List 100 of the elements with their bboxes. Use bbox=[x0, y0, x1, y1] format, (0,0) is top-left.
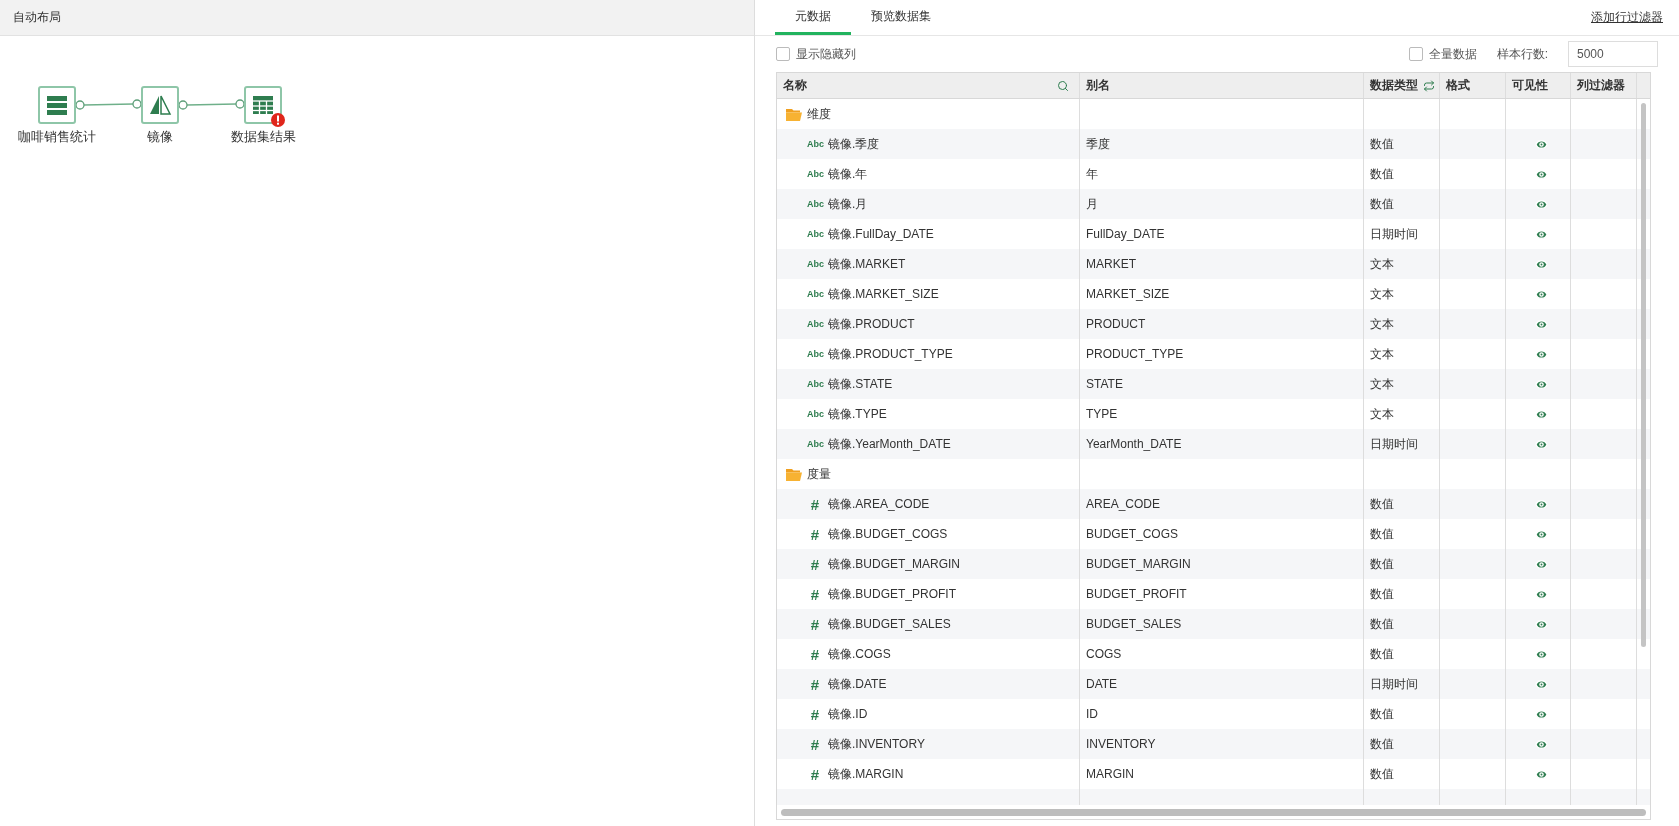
data-type: 文本 bbox=[1370, 405, 1394, 423]
checkbox-label: 全量数据 bbox=[1428, 45, 1477, 63]
data-type: 日期时间 bbox=[1370, 675, 1418, 693]
folder-icon bbox=[786, 107, 802, 121]
field-alias: FullDay_DATE bbox=[1086, 227, 1165, 241]
field-name: 镜像.PRODUCT_TYPE bbox=[828, 345, 953, 363]
sample-rows-field[interactable]: 5000 bbox=[1568, 41, 1658, 67]
field-name: 镜像.BUDGET_MARGIN bbox=[828, 555, 960, 573]
flow-node[interactable] bbox=[244, 86, 282, 124]
field-type-icon: # bbox=[807, 495, 823, 513]
field-type-icon: # bbox=[807, 615, 823, 633]
field-type-icon: Abc bbox=[807, 199, 823, 209]
search-icon[interactable] bbox=[1057, 79, 1069, 92]
visible-icon[interactable] bbox=[1534, 557, 1548, 571]
checkbox[interactable] bbox=[1408, 47, 1423, 61]
field-alias: COGS bbox=[1086, 647, 1122, 661]
field-name: 镜像.BUDGET_SALES bbox=[828, 615, 951, 633]
node-label: 咖啡销售统计 bbox=[18, 128, 96, 146]
data-type: 数值 bbox=[1370, 555, 1394, 573]
checkbox[interactable] bbox=[776, 47, 790, 61]
field-alias: PRODUCT_TYPE bbox=[1086, 347, 1184, 361]
column-header: 可见性 bbox=[1512, 77, 1548, 94]
field-type-icon: # bbox=[807, 645, 823, 663]
tab[interactable]: 预览数据集 bbox=[851, 0, 951, 35]
connector bbox=[178, 99, 245, 110]
visible-icon[interactable] bbox=[1534, 137, 1548, 151]
data-type: 数值 bbox=[1370, 645, 1394, 663]
data-type: 数值 bbox=[1370, 765, 1394, 783]
visible-icon[interactable] bbox=[1534, 257, 1548, 271]
field-type-icon: # bbox=[807, 705, 823, 723]
field-alias: MARGIN bbox=[1086, 767, 1134, 781]
sample-rows-label: 样本行数: bbox=[1496, 45, 1548, 63]
field-name: 镜像.季度 bbox=[828, 135, 880, 153]
field-type-icon: Abc bbox=[807, 289, 823, 299]
group-name: 度量 bbox=[807, 465, 831, 483]
add-row-filter-link[interactable]: 添加行过滤器 bbox=[1591, 9, 1663, 26]
field-name: 镜像.AREA_CODE bbox=[828, 495, 930, 513]
field-alias: PRODUCT bbox=[1086, 317, 1146, 331]
data-type: 数值 bbox=[1370, 615, 1394, 633]
toolbar-title: 自动布局 bbox=[13, 9, 61, 26]
visible-icon[interactable] bbox=[1534, 677, 1548, 691]
field-alias: BUDGET_COGS bbox=[1086, 527, 1178, 541]
vertical-scrollbar[interactable] bbox=[1641, 103, 1646, 647]
field-name: 镜像.BUDGET_PROFIT bbox=[828, 585, 956, 603]
field-alias: 年 bbox=[1086, 165, 1098, 183]
visible-icon[interactable] bbox=[1534, 377, 1548, 391]
column-header: 格式 bbox=[1446, 77, 1470, 94]
data-type: 数值 bbox=[1370, 165, 1394, 183]
node-label: 数据集结果 bbox=[230, 128, 296, 146]
field-alias: AREA_CODE bbox=[1086, 497, 1161, 511]
field-type-icon: # bbox=[807, 585, 823, 603]
field-type-icon: # bbox=[807, 735, 823, 753]
field-type-icon: Abc bbox=[807, 409, 823, 419]
visible-icon[interactable] bbox=[1534, 737, 1548, 751]
field-type-icon: Abc bbox=[807, 229, 823, 239]
tab[interactable]: 元数据 bbox=[775, 0, 851, 35]
field-type-icon: # bbox=[807, 555, 823, 573]
field-name: 镜像.年 bbox=[828, 165, 868, 183]
visible-icon[interactable] bbox=[1534, 197, 1548, 211]
field-name: 镜像.TYPE bbox=[828, 405, 887, 423]
data-type: 数值 bbox=[1370, 495, 1394, 513]
data-type: 文本 bbox=[1370, 285, 1394, 303]
database-icon bbox=[46, 94, 68, 116]
field-name: 镜像.COGS bbox=[828, 645, 891, 663]
horizontal-scrollbar[interactable] bbox=[781, 808, 1646, 816]
field-alias: ID bbox=[1086, 707, 1098, 721]
field-alias: MARKET bbox=[1086, 257, 1136, 271]
column-header: 列过滤器 bbox=[1577, 77, 1625, 94]
visible-icon[interactable] bbox=[1534, 497, 1548, 511]
field-type-icon: Abc bbox=[807, 259, 823, 269]
data-type: 文本 bbox=[1370, 255, 1394, 273]
visible-icon[interactable] bbox=[1534, 317, 1548, 331]
field-type-icon: Abc bbox=[807, 169, 823, 179]
field-alias: STATE bbox=[1086, 377, 1123, 391]
node-label: 镜像 bbox=[147, 128, 173, 146]
data-type: 数值 bbox=[1370, 135, 1394, 153]
data-type: 数值 bbox=[1370, 735, 1394, 753]
flow-node[interactable] bbox=[38, 86, 76, 124]
visible-icon[interactable] bbox=[1534, 617, 1548, 631]
field-name: 镜像.ID bbox=[828, 705, 868, 723]
field-name: 镜像.MARKET_SIZE bbox=[828, 285, 939, 303]
folder-icon bbox=[786, 467, 802, 481]
field-type-icon: # bbox=[807, 675, 823, 693]
field-name: 镜像.FullDay_DATE bbox=[828, 225, 934, 243]
field-name: 镜像.MARGIN bbox=[828, 765, 904, 783]
field-name: 镜像.BUDGET_COGS bbox=[828, 525, 948, 543]
field-name: 镜像.STATE bbox=[828, 375, 893, 393]
field-alias: BUDGET_SALES bbox=[1086, 617, 1182, 631]
column-header: 别名 bbox=[1086, 77, 1110, 94]
checkbox-label: 显示隐藏列 bbox=[796, 45, 856, 63]
flow-node[interactable] bbox=[141, 86, 179, 124]
data-type: 文本 bbox=[1370, 315, 1394, 333]
data-type: 数值 bbox=[1370, 525, 1394, 543]
field-alias: 月 bbox=[1086, 195, 1098, 213]
visible-icon[interactable] bbox=[1534, 437, 1548, 451]
swap-icon[interactable] bbox=[1423, 79, 1435, 92]
field-type-icon: Abc bbox=[807, 139, 823, 149]
field-type-icon: Abc bbox=[807, 439, 823, 449]
field-alias: TYPE bbox=[1086, 407, 1118, 421]
data-type: 日期时间 bbox=[1370, 225, 1418, 243]
